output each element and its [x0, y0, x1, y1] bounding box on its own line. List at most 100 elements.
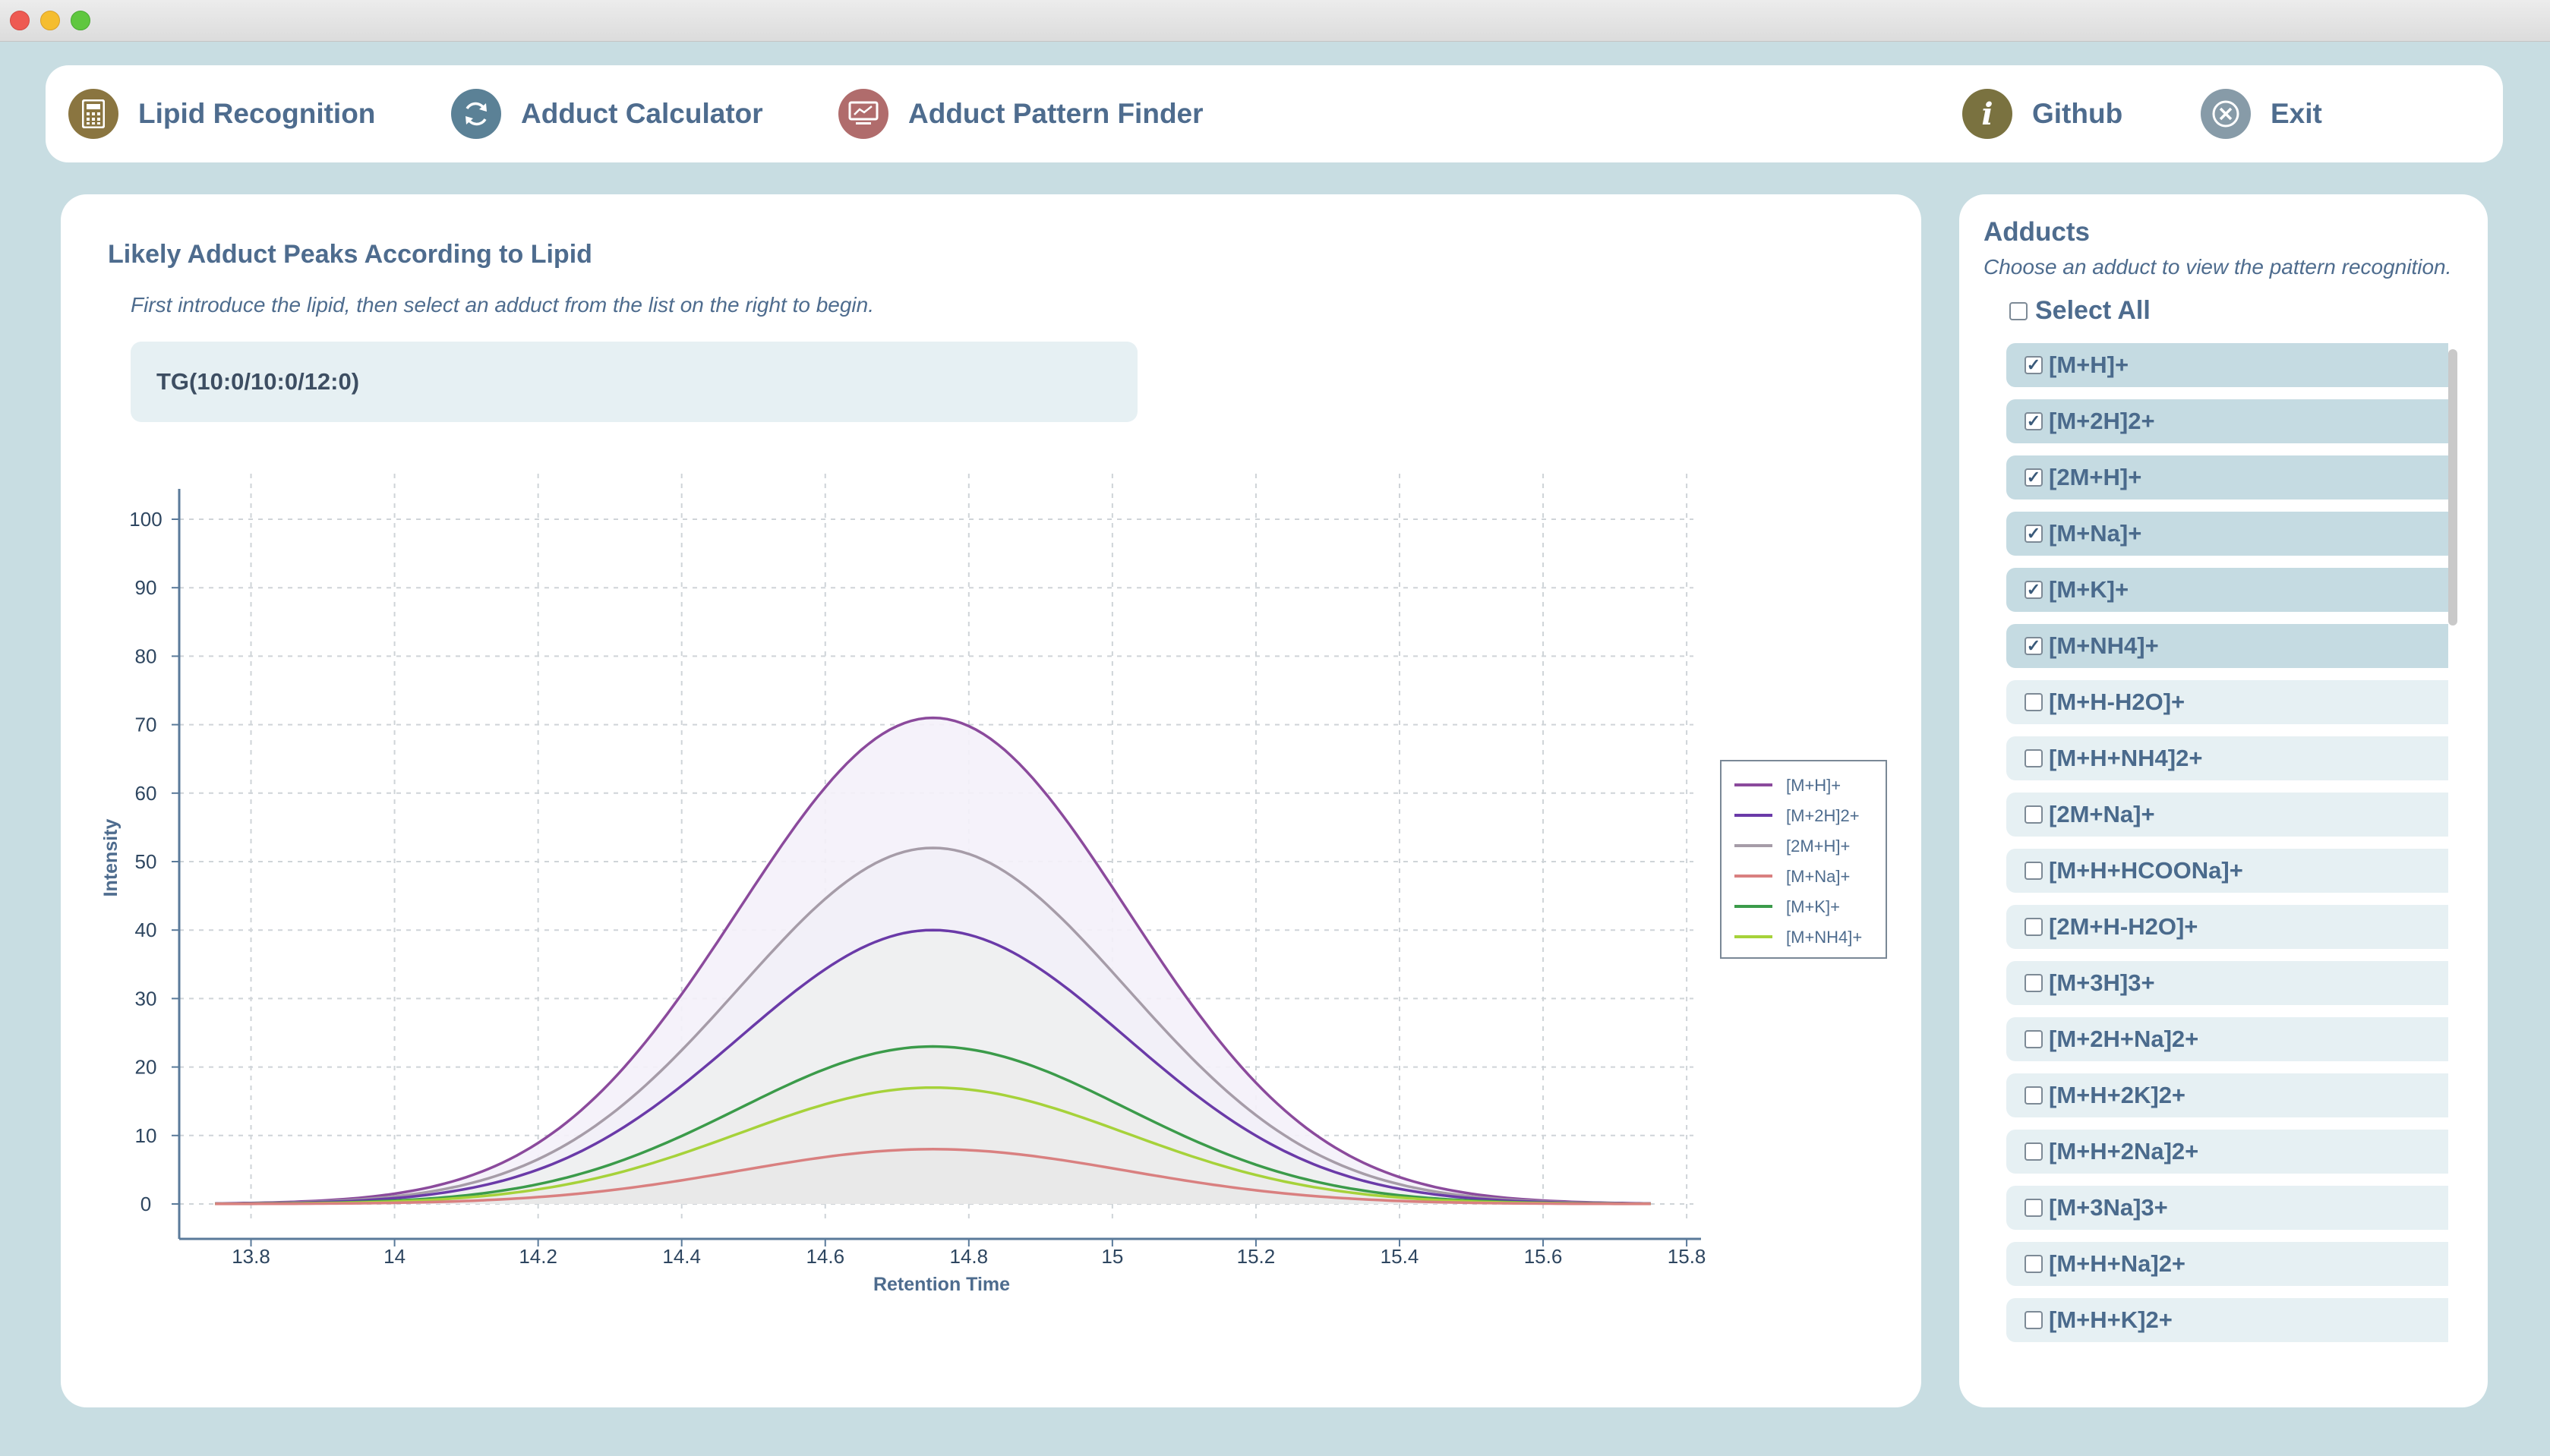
info-icon: i: [1962, 89, 2012, 139]
x-tick-label: 14.8: [950, 1245, 989, 1268]
adduct-checkbox[interactable]: [2025, 1199, 2043, 1217]
adduct-label: [M+Na]+: [2049, 520, 2142, 547]
adduct-item[interactable]: ✓ [M+2H]2+: [2006, 399, 2448, 443]
chart-legend: [M+H]+ [M+2H]2+ [2M+H]+ [M+Na]+ [M+K]+ [M+NH4…: [1720, 760, 1887, 959]
select-all-checkbox[interactable]: Select All: [2009, 296, 2151, 326]
x-axis-label: Retention Time: [873, 1274, 1010, 1295]
adduct-item[interactable]: [M+H+Na]2+: [2006, 1242, 2448, 1286]
adduct-item[interactable]: [M+2H+Na]2+: [2006, 1017, 2448, 1061]
adduct-label: [M+H+NH4]2+: [2049, 745, 2203, 771]
top-navbar: Lipid Recognition Adduct Calculator Addu…: [46, 65, 2503, 162]
nav-exit[interactable]: Exit: [2201, 89, 2322, 139]
adduct-item[interactable]: [M+H+K]2+: [2006, 1298, 2448, 1342]
adduct-item[interactable]: ✓ [M+H]+: [2006, 343, 2448, 387]
adduct-label: [2M+H]+: [2049, 464, 2142, 490]
adduct-checkbox[interactable]: ✓: [2025, 525, 2043, 543]
nav-label-adduct-calculator: Adduct Calculator: [521, 98, 763, 129]
adduct-item[interactable]: [2M+H-H2O]+: [2006, 905, 2448, 949]
x-tick-label: 14.6: [806, 1245, 844, 1268]
adduct-label: [M+2H]2+: [2049, 408, 2155, 434]
adduct-item[interactable]: ✓ [M+Na]+: [2006, 512, 2448, 556]
adduct-label: [M+H]+: [2049, 351, 2129, 378]
legend-label: [M+NH4]+: [1786, 928, 1862, 947]
y-tick-label: 0: [140, 1193, 151, 1215]
select-all-label: Select All: [2035, 296, 2151, 325]
y-tick-label: 90: [135, 576, 157, 599]
nav-label-exit: Exit: [2271, 98, 2322, 129]
adduct-checkbox[interactable]: [2025, 693, 2043, 711]
adduct-checkbox[interactable]: ✓: [2025, 581, 2043, 599]
adduct-label: [M+2H+Na]2+: [2049, 1026, 2199, 1052]
adduct-item[interactable]: [M+H+2Na]2+: [2006, 1130, 2448, 1174]
adduct-checkbox[interactable]: [2025, 1030, 2043, 1048]
adducts-panel: Adducts Choose an adduct to view the pat…: [1959, 194, 2488, 1407]
nav-adduct-pattern-finder[interactable]: Adduct Pattern Finder: [838, 89, 1204, 139]
nav-label-adduct-pattern-finder: Adduct Pattern Finder: [908, 98, 1204, 129]
adduct-label: [M+K]+: [2049, 576, 2129, 603]
adduct-item[interactable]: [2M+Na]+: [2006, 793, 2448, 837]
main-panel: Likely Adduct Peaks According to Lipid F…: [61, 194, 1921, 1407]
y-tick-label: 80: [135, 644, 157, 667]
adduct-list-scrollbar[interactable]: [2445, 343, 2462, 1404]
adduct-item[interactable]: [M+H+NH4]2+: [2006, 736, 2448, 780]
adducts-subtitle: Choose an adduct to view the pattern rec…: [1984, 255, 2452, 279]
y-tick-label: 50: [135, 850, 157, 873]
adduct-checkbox[interactable]: [2025, 1311, 2043, 1329]
select-all-box[interactable]: [2009, 301, 2028, 320]
adduct-item[interactable]: [M+3Na]3+: [2006, 1186, 2448, 1230]
legend-label: [M+H]+: [1786, 776, 1841, 795]
x-tick-label: 15: [1101, 1245, 1123, 1268]
x-tick-label: 14.2: [519, 1245, 557, 1268]
adduct-item[interactable]: ✓ [M+K]+: [2006, 568, 2448, 612]
adduct-list[interactable]: ✓ [M+H]+ ✓ [M+2H]2+ ✓ [2M+H]+ ✓ [M+Na]+ ✓ [M+K]+ ✓…: [2006, 343, 2453, 1404]
adduct-item[interactable]: ✓ [2M+H]+: [2006, 455, 2448, 500]
adduct-checkbox[interactable]: [2025, 749, 2043, 767]
adduct-checkbox[interactable]: [2025, 1086, 2043, 1105]
y-tick-label: 40: [135, 919, 157, 941]
y-tick-label: 70: [135, 714, 157, 736]
y-tick-label: 60: [135, 782, 157, 805]
adduct-checkbox[interactable]: ✓: [2025, 412, 2043, 430]
adduct-checkbox[interactable]: [2025, 974, 2043, 992]
close-window-button[interactable]: [10, 11, 30, 30]
adduct-item[interactable]: ✓ [M+NH4]+: [2006, 624, 2448, 668]
nav-github[interactable]: i Github: [1962, 89, 2122, 139]
adduct-item[interactable]: [M+3H]3+: [2006, 961, 2448, 1005]
adduct-checkbox[interactable]: [2025, 805, 2043, 824]
scrollbar-thumb[interactable]: [2448, 349, 2457, 626]
adduct-label: [M+H-H2O]+: [2049, 689, 2185, 715]
nav-lipid-recognition[interactable]: Lipid Recognition: [68, 89, 375, 139]
adduct-checkbox[interactable]: [2025, 1255, 2043, 1273]
y-tick-label: 20: [135, 1056, 157, 1079]
nav-adduct-calculator[interactable]: Adduct Calculator: [451, 89, 763, 139]
adduct-label: [2M+Na]+: [2049, 801, 2155, 827]
adduct-peak-chart: 0 10 20 30 40 50 60 70 80 90 100 13.8 14 14.2 14.4 14.6…: [100, 474, 1887, 1295]
x-tick-label: 15.8: [1668, 1245, 1706, 1268]
adduct-checkbox[interactable]: ✓: [2025, 356, 2043, 374]
close-circle-icon: [2201, 89, 2251, 139]
x-tick-label: 14: [383, 1245, 406, 1268]
y-axis-label: Intensity: [100, 819, 122, 897]
adduct-checkbox[interactable]: [2025, 862, 2043, 880]
adduct-checkbox[interactable]: [2025, 1142, 2043, 1161]
adduct-label: [M+H+2Na]2+: [2049, 1138, 2199, 1164]
adducts-title: Adducts: [1984, 217, 2090, 247]
legend-label: [M+Na]+: [1786, 867, 1850, 886]
x-tick-label: 14.4: [662, 1245, 701, 1268]
x-tick-label: 13.8: [232, 1245, 270, 1268]
adduct-checkbox[interactable]: [2025, 918, 2043, 936]
adduct-label: [M+H+HCOONa]+: [2049, 857, 2243, 884]
adduct-checkbox[interactable]: ✓: [2025, 468, 2043, 487]
adduct-item[interactable]: [M+H+2K]2+: [2006, 1073, 2448, 1117]
maximize-window-button[interactable]: [71, 11, 90, 30]
x-tick-label: 15.2: [1237, 1245, 1276, 1268]
adduct-label: [M+H+K]2+: [2049, 1306, 2173, 1333]
adduct-checkbox[interactable]: ✓: [2025, 637, 2043, 655]
y-tick-label: 30: [135, 987, 157, 1010]
refresh-icon: [451, 89, 501, 139]
adduct-item[interactable]: [M+H+HCOONa]+: [2006, 849, 2448, 893]
minimize-window-button[interactable]: [40, 11, 60, 30]
adduct-item[interactable]: [M+H-H2O]+: [2006, 680, 2448, 724]
adduct-label: [M+H+2K]2+: [2049, 1082, 2186, 1108]
y-tick-label: 10: [135, 1124, 157, 1147]
